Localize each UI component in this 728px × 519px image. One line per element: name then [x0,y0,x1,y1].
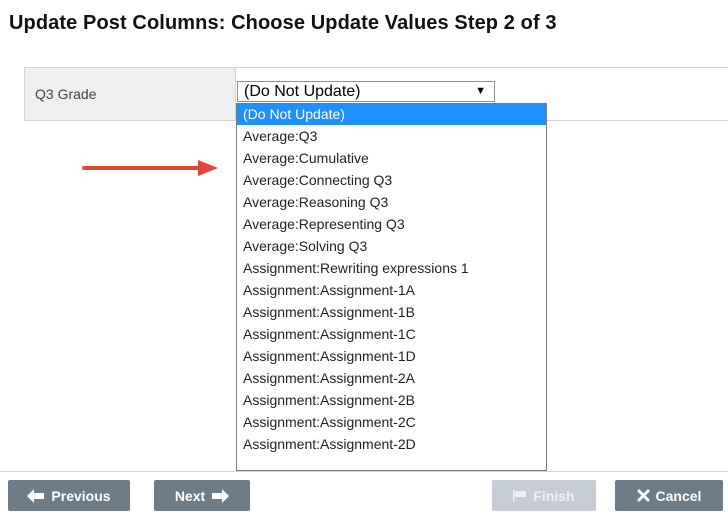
dropdown-option[interactable]: (Do Not Update) [237,104,546,125]
red-arrow-annotation [82,160,218,176]
finish-label: Finish [533,487,575,504]
dropdown-option[interactable]: Assignment:Assignment-2C [237,411,546,433]
finish-button[interactable]: Finish [492,480,596,511]
dropdown-option[interactable]: Average:Reasoning Q3 [237,191,546,213]
x-icon [637,489,650,502]
next-button[interactable]: Next [154,480,250,511]
dropdown-option[interactable]: Assignment:Rewriting expressions 1 [237,257,546,279]
cancel-button[interactable]: Cancel [615,480,723,511]
previous-label: Previous [51,487,111,504]
dropdown-option[interactable]: Average:Connecting Q3 [237,169,546,191]
next-label: Next [174,487,206,504]
dropdown-option[interactable]: Average:Cumulative [237,147,546,169]
dropdown-option[interactable]: Assignment:Assignment-2B [237,389,546,411]
field-label-cell: Q3 Grade [25,68,236,120]
dropdown-option[interactable]: Average:Solving Q3 [237,235,546,257]
arrow-left-icon [27,488,45,503]
dropdown-list[interactable]: (Do Not Update) Average:Q3 Average:Cumulat… [236,103,547,471]
previous-button[interactable]: Previous [8,480,130,511]
dropdown-option[interactable]: Assignment:Assignment-2D [237,433,546,455]
field-label: Q3 Grade [35,86,97,102]
dropdown-option[interactable]: Assignment:Assignment-1D [237,345,546,367]
dropdown-option[interactable]: Assignment:Assignment-1A [237,279,546,301]
dropdown-option[interactable]: Average:Q3 [237,125,546,147]
dropdown-option[interactable]: Average:Representing Q3 [237,213,546,235]
dropdown-option[interactable]: Assignment:Assignment-1C [237,323,546,345]
dropdown-option[interactable]: Assignment:Assignment-2A [237,367,546,389]
arrow-right-icon [212,488,230,503]
flag-icon [513,489,527,502]
chevron-down-icon: ▼ [475,85,486,97]
q3-grade-select[interactable]: (Do Not Update) ▼ [237,81,495,102]
cancel-label: Cancel [655,487,702,504]
page-title: Update Post Columns: Choose Update Value… [9,12,557,34]
select-current-value: (Do Not Update) [244,83,361,100]
dropdown-option[interactable]: Assignment:Assignment-1B [237,301,546,323]
